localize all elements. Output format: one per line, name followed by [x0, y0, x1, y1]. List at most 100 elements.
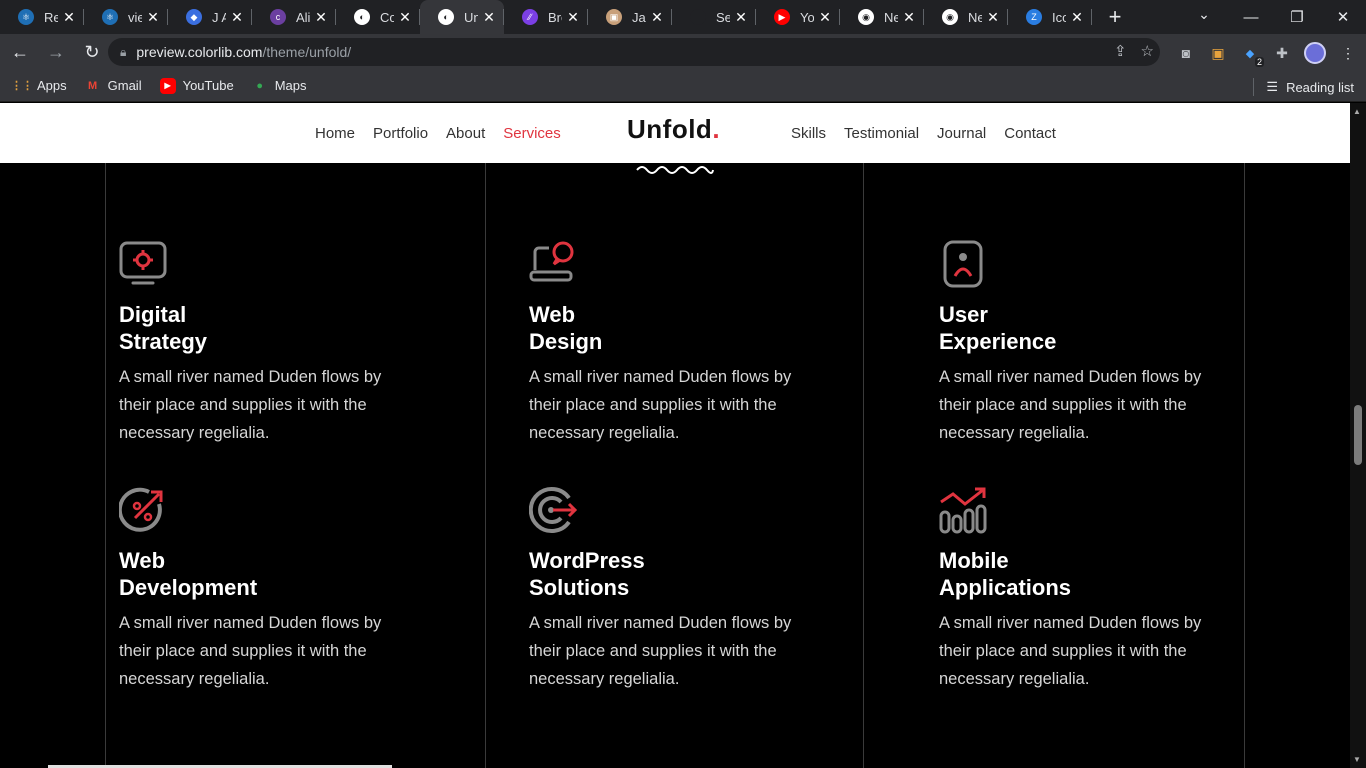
extensions-puzzle-icon[interactable]: ✚ — [1272, 43, 1292, 63]
site-logo[interactable]: Unfold. — [627, 114, 720, 145]
service-user-experience: User Experience A small river named Duden… — [939, 240, 1239, 447]
tab-search-icon[interactable]: ⌄ — [1192, 6, 1216, 28]
nav-home[interactable]: Home — [315, 125, 355, 142]
tab-close-icon[interactable]: ✕ — [734, 9, 748, 26]
bookmark-maps[interactable]: ● Maps — [252, 78, 306, 94]
tab-close-icon[interactable]: ✕ — [1070, 9, 1084, 26]
tab-title: Jam — [632, 9, 646, 25]
gmail-icon: M — [88, 79, 98, 92]
new-tab-button[interactable]: + — [1098, 4, 1132, 30]
tab-favicon-icon — [690, 9, 706, 25]
nav-skills[interactable]: Skills — [791, 125, 826, 142]
tab-favicon-icon: ⚛ — [18, 9, 34, 25]
tab-close-icon[interactable]: ✕ — [398, 9, 412, 26]
tab-close-icon[interactable]: ✕ — [650, 9, 664, 26]
screenshot-icon[interactable]: ▣ — [1208, 43, 1228, 63]
tab-strip: ⚛ Rea ✕ ⚛ view ✕ ◆ J A ✕ c Alin ✕ ◐ Colo ✕ ◐ Unfo ✕ ∕∕ Bre ✕… — [0, 0, 1366, 34]
forward-icon[interactable]: → — [40, 36, 72, 68]
column-divider — [1244, 163, 1245, 768]
tab-close-icon[interactable]: ✕ — [566, 9, 580, 26]
tab-favicon-icon: c — [270, 9, 286, 25]
nav-journal[interactable]: Journal — [937, 125, 986, 142]
tab-title: Bre — [548, 9, 562, 25]
percent-arrow-icon — [117, 487, 163, 532]
browser-tab[interactable]: Setti ✕ — [672, 0, 756, 34]
nav-portfolio[interactable]: Portfolio — [373, 125, 428, 142]
url-path: /theme/unfold/ — [262, 44, 352, 60]
restore-icon[interactable]: ❐ — [1274, 0, 1320, 34]
bookmarks-bar: ⋮⋮ Apps M Gmail ▶ YouTube ● Maps ☰ Reading li… — [0, 70, 1366, 102]
tab-favicon-icon: ◐ — [354, 9, 370, 25]
browser-tab[interactable]: ◉ Nev ✕ — [924, 0, 1008, 34]
menu-kebab-icon[interactable]: ⋮ — [1338, 43, 1358, 63]
page-viewport: Home Portfolio About Services Unfold. Sk… — [0, 103, 1350, 768]
bookmark-star-icon[interactable]: ☆ — [1141, 42, 1154, 60]
browser-tab[interactable]: c Alin ✕ — [252, 0, 336, 34]
browser-tab[interactable]: ◐ Unfo ✕ — [420, 0, 504, 34]
tab-favicon-icon: ▣ — [606, 9, 622, 25]
bookmark-apps[interactable]: ⋮⋮ Apps — [11, 78, 67, 94]
extension-badge-icon[interactable]: ◆ 2 — [1240, 43, 1264, 67]
browser-tab[interactable]: ⚛ view ✕ — [84, 0, 168, 34]
browser-tab[interactable]: ⚛ Rea ✕ — [0, 0, 84, 34]
wave-divider-icon — [636, 166, 714, 174]
tab-favicon-icon: ▶ — [774, 9, 790, 25]
bookmark-gmail[interactable]: M Gmail — [85, 78, 142, 94]
tab-title: Setti — [716, 9, 730, 25]
nav-about[interactable]: About — [446, 125, 485, 142]
tab-favicon-icon: ◉ — [858, 9, 874, 25]
column-divider — [105, 163, 106, 768]
nav-services[interactable]: Services — [503, 125, 561, 142]
browser-tab[interactable]: ▣ Jam ✕ — [588, 0, 672, 34]
nav-contact[interactable]: Contact — [1004, 125, 1056, 142]
browser-tab[interactable]: ◐ Colo ✕ — [336, 0, 420, 34]
close-window-icon[interactable]: ✕ — [1320, 0, 1366, 34]
address-bar[interactable]: 🔒︎ preview.colorlib.com/theme/unfold/ ⇪ … — [108, 38, 1160, 66]
column-divider — [485, 163, 486, 768]
tab-favicon-icon: ⚛ — [102, 9, 118, 25]
service-description: A small river named Duden flows by their… — [939, 614, 1202, 688]
service-description: A small river named Duden flows by their… — [529, 614, 792, 688]
tab-close-icon[interactable]: ✕ — [230, 9, 244, 26]
tab-close-icon[interactable]: ✕ — [482, 9, 496, 26]
camera-icon[interactable]: ◙ — [1176, 43, 1196, 63]
browser-tab[interactable]: ◆ J A ✕ — [168, 0, 252, 34]
browser-tab[interactable]: ◉ Nev ✕ — [840, 0, 924, 34]
reading-list[interactable]: ☰ Reading list — [1253, 78, 1354, 96]
tab-close-icon[interactable]: ✕ — [986, 9, 1000, 26]
browser-tab[interactable]: ▶ You ✕ — [756, 0, 840, 34]
tab-favicon-icon: Z — [1026, 9, 1042, 25]
tab-title: Alin — [296, 9, 310, 25]
scrollbar-thumb[interactable] — [1354, 405, 1362, 465]
share-icon[interactable]: ⇪ — [1114, 42, 1127, 60]
column-divider — [863, 163, 864, 768]
nav-testimonial[interactable]: Testimonial — [844, 125, 919, 142]
bookmark-youtube[interactable]: ▶ YouTube — [159, 77, 234, 94]
tab-close-icon[interactable]: ✕ — [314, 9, 328, 26]
minimize-icon[interactable]: — — [1228, 0, 1274, 34]
scroll-up-icon[interactable]: ▲ — [1353, 107, 1361, 116]
tab-close-icon[interactable]: ✕ — [818, 9, 832, 26]
reload-icon[interactable]: ↻ — [76, 36, 108, 68]
maps-pin-icon: ● — [256, 79, 264, 92]
tab-close-icon[interactable]: ✕ — [146, 9, 160, 26]
tab-close-icon[interactable]: ✕ — [902, 9, 916, 26]
nav-left: Home Portfolio About Services — [315, 103, 561, 163]
vertical-scrollbar[interactable]: ▲ ▼ — [1350, 103, 1366, 768]
service-description: A small river named Duden flows by their… — [119, 614, 382, 688]
profile-avatar[interactable] — [1304, 42, 1326, 64]
service-description: A small river named Duden flows by their… — [119, 368, 382, 442]
target-arrow-icon — [528, 487, 578, 533]
back-icon[interactable]: ← — [4, 36, 36, 68]
service-digital-strategy: Digital Strategy A small river named Dude… — [119, 240, 419, 447]
browser-tab[interactable]: Z Icor ✕ — [1008, 0, 1092, 34]
service-wordpress-solutions: WordPress Solutions A small river named D… — [528, 486, 829, 693]
tab-title: Unfo — [464, 9, 478, 25]
tab-close-icon[interactable]: ✕ — [62, 9, 76, 26]
tab-title: Icor — [1052, 9, 1066, 25]
service-web-design: Web Design A small river named Duden flow… — [529, 240, 829, 447]
browser-toolbar: ← → ↻ 🔒︎ preview.colorlib.com/theme/unfo… — [0, 34, 1366, 70]
scroll-down-icon[interactable]: ▼ — [1353, 755, 1361, 764]
laptop-chat-icon — [529, 241, 574, 282]
browser-tab[interactable]: ∕∕ Bre ✕ — [504, 0, 588, 34]
